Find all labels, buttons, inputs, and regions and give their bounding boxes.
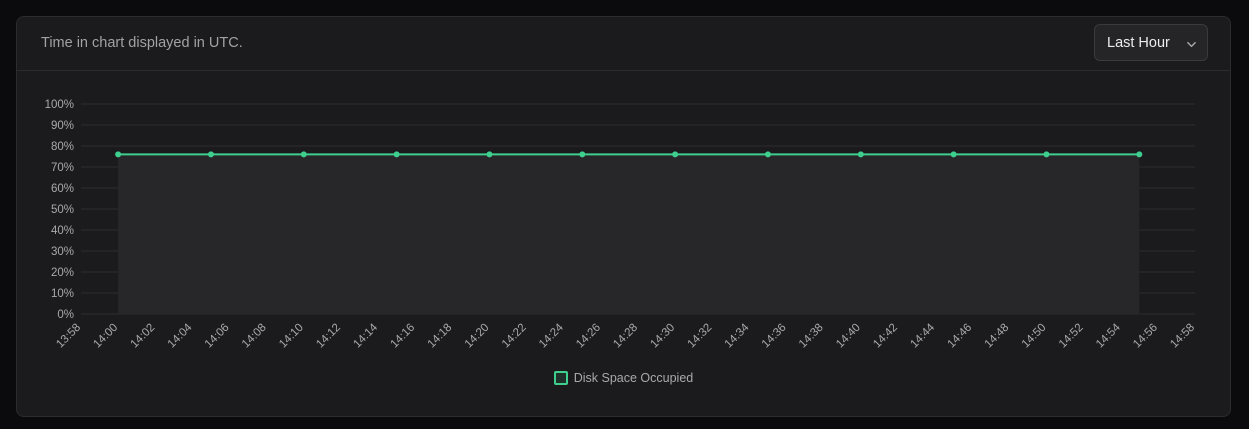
x-tick-label: 14:28 [611,322,640,351]
x-tick-label: 14:34 [723,321,752,350]
x-tick-label: 14:30 [648,322,677,351]
x-tick-label: 14:02 [129,322,158,351]
data-point [207,151,214,158]
x-tick-label: 14:14 [351,321,380,350]
data-point [1136,151,1143,158]
x-tick-label: 14:10 [277,322,306,351]
x-tick-label: 14:52 [1057,322,1086,351]
y-tick-label: 20% [51,267,74,279]
y-tick-label: 60% [51,183,74,195]
data-point [857,151,864,158]
x-tick-label: 14:26 [574,322,603,351]
x-tick-label: 14:50 [1020,322,1049,351]
x-tick-label: 14:16 [388,322,417,351]
x-tick-label: 14:00 [91,322,120,351]
y-tick-label: 50% [51,204,74,216]
x-tick-label: 14:18 [426,322,455,351]
data-point [950,151,957,158]
data-point [764,151,771,158]
x-tick-label: 14:46 [945,322,974,351]
y-tick-label: 0% [57,309,74,321]
x-tick-label: 14:54 [1094,321,1123,350]
x-tick-label: 14:22 [500,322,529,351]
x-tick-label: 14:06 [203,322,232,351]
y-tick-label: 40% [51,225,74,237]
x-tick-label: 14:12 [314,322,343,351]
y-tick-label: 80% [51,141,74,153]
x-tick-label: 13:58 [54,322,83,351]
x-tick-label: 14:44 [908,321,937,350]
x-tick-label: 14:24 [537,321,566,350]
x-tick-label: 14:04 [166,321,195,350]
y-tick-label: 90% [51,120,74,132]
data-point [300,151,307,158]
x-tick-label: 14:36 [760,322,789,351]
disk-usage-panel: Time in chart displayed in UTC. Last Hou… [16,16,1231,417]
y-tick-label: 30% [51,246,74,258]
x-tick-label: 14:38 [797,322,826,351]
legend-label: Disk Space Occupied [573,371,694,385]
series-area [118,154,1140,314]
x-tick-label: 14:56 [1131,322,1160,351]
legend-swatch [553,371,568,385]
data-point [579,151,586,158]
x-tick-label: 14:20 [463,322,492,351]
data-point [672,151,679,158]
disk-space-chart: 0% 10% 20% 30% 40% 50% 60% 70% 80% 90% 100% 13:58 14… [45,99,1198,351]
data-point [393,151,400,158]
y-tick-label: 10% [51,288,74,300]
data-point [1043,151,1050,158]
y-tick-label: 70% [51,162,74,174]
data-point [486,151,493,158]
chart-legend[interactable]: Disk Space Occupied [17,371,1230,385]
x-tick-label: 14:42 [871,322,900,351]
data-point [115,151,122,158]
x-tick-label: 14:58 [1168,322,1197,351]
y-tick-label: 100% [45,99,74,111]
x-tick-label: 14:32 [686,322,715,351]
x-tick-label: 14:40 [834,322,863,351]
x-tick-label: 14:48 [983,322,1012,351]
x-tick-label: 14:08 [240,322,269,351]
